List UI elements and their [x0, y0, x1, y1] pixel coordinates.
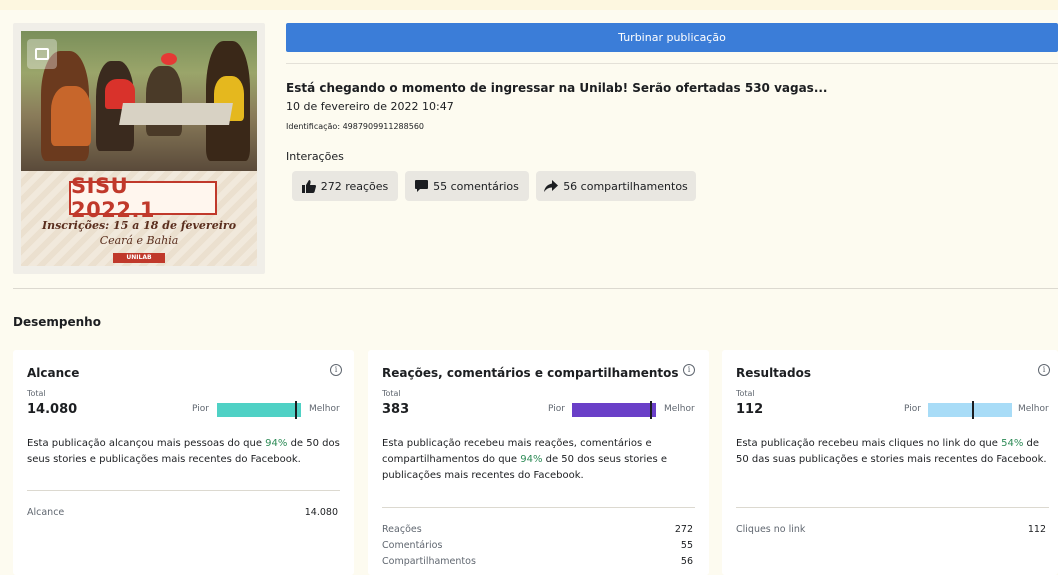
card-title: Alcance	[27, 366, 80, 380]
total-label: Total	[382, 389, 401, 398]
desc-text: Esta publicação recebeu mais cliques no …	[736, 438, 1002, 449]
post-title: Está chegando o momento de ingressar na …	[286, 81, 828, 95]
card-divider	[27, 490, 340, 491]
performance-description: Esta publicação recebeu mais reações, co…	[382, 436, 700, 484]
metric-value: 14.080	[304, 507, 338, 518]
engagement-card: Reações, comentários e compartilhamentos…	[368, 350, 709, 575]
post-id: Identificação: 4987909911288560	[286, 122, 424, 131]
campus-locations: Ceará e Bahia	[99, 234, 179, 247]
boost-post-button[interactable]: Turbinar publicação	[286, 23, 1058, 52]
metric-label: Alcance	[27, 507, 65, 518]
metric-value: 112	[1027, 524, 1046, 535]
card-divider	[736, 507, 1049, 508]
metric-label: Cliques no link	[736, 524, 806, 535]
shares-chip[interactable]: 56 compartilhamentos	[536, 171, 696, 201]
info-icon[interactable]: i	[1038, 364, 1050, 376]
image-type-icon	[27, 39, 57, 69]
total-value: 383	[382, 402, 410, 417]
metric-value: 55	[680, 540, 693, 551]
percentile-bar	[572, 403, 656, 417]
header-divider	[286, 63, 1058, 64]
comment-icon	[415, 180, 429, 192]
better-label: Melhor	[664, 404, 695, 414]
post-thumbnail[interactable]: SISU 2022.1 Inscrições: 15 a 18 de fever…	[13, 23, 265, 274]
sisu-headline-box: SISU 2022.1	[69, 174, 217, 222]
card-title: Reações, comentários e compartilhamentos	[382, 366, 679, 380]
desc-text: Esta publicação alcançou mais pessoas do…	[27, 438, 266, 449]
metric-label: Compartilhamentos	[382, 556, 476, 567]
shares-count: 56 compartilhamentos	[563, 179, 688, 193]
comments-chip[interactable]: 55 comentários	[405, 171, 529, 201]
metric-label: Comentários	[382, 540, 443, 551]
post-insights-panel: SISU 2022.1 Inscrições: 15 a 18 de fever…	[0, 10, 1058, 575]
card-title: Resultados	[736, 366, 811, 380]
comments-count: 55 comentários	[433, 179, 519, 193]
post-date: 10 de fevereiro de 2022 10:47	[286, 100, 454, 113]
percentile-bar	[217, 403, 301, 417]
worse-label: Pior	[548, 404, 565, 414]
worse-label: Pior	[904, 404, 921, 414]
desc-percent: 54%	[1001, 438, 1024, 449]
reactions-count: 272 reações	[320, 179, 389, 193]
info-icon[interactable]: i	[330, 364, 342, 376]
card-divider	[382, 507, 695, 508]
registration-dates: Inscrições: 15 a 18 de fevereiro	[41, 219, 237, 232]
performance-description: Esta publicação recebeu mais cliques no …	[736, 436, 1054, 468]
post-image: SISU 2022.1 Inscrições: 15 a 18 de fever…	[21, 31, 257, 266]
metric-value: 56	[680, 556, 693, 567]
percentile-bar	[928, 403, 1012, 417]
worse-label: Pior	[192, 404, 209, 414]
percentile-marker	[294, 401, 297, 419]
thumbs-up-icon	[301, 179, 316, 193]
sisu-banner: SISU 2022.1 Inscrições: 15 a 18 de fever…	[21, 171, 257, 266]
unilab-logo: UNILAB	[113, 253, 165, 263]
section-divider	[13, 288, 1058, 289]
total-value: 14.080	[27, 402, 78, 417]
total-label: Total	[27, 389, 46, 398]
metric-value: 272	[674, 524, 693, 535]
info-icon[interactable]: i	[683, 364, 695, 376]
performance-description: Esta publicação alcançou mais pessoas do…	[27, 436, 345, 468]
better-label: Melhor	[1018, 404, 1049, 414]
performance-title: Desempenho	[13, 315, 101, 329]
desc-percent: 94%	[265, 438, 288, 449]
better-label: Melhor	[309, 404, 340, 414]
reach-card: Alcance i Total 14.080 Pior Melhor Esta …	[13, 350, 354, 575]
desc-percent: 94%	[520, 454, 543, 465]
results-card: Resultados i Total 112 Pior Melhor Esta …	[722, 350, 1058, 575]
percentile-marker	[649, 401, 652, 419]
total-value: 112	[736, 402, 764, 417]
reactions-chip[interactable]: 272 reações	[292, 171, 398, 201]
interactions-label: Interações	[286, 150, 344, 163]
sisu-headline: SISU 2022.1	[71, 174, 156, 222]
metric-label: Reações	[382, 524, 422, 535]
share-icon	[544, 180, 559, 192]
total-label: Total	[736, 389, 755, 398]
percentile-marker	[972, 401, 975, 419]
